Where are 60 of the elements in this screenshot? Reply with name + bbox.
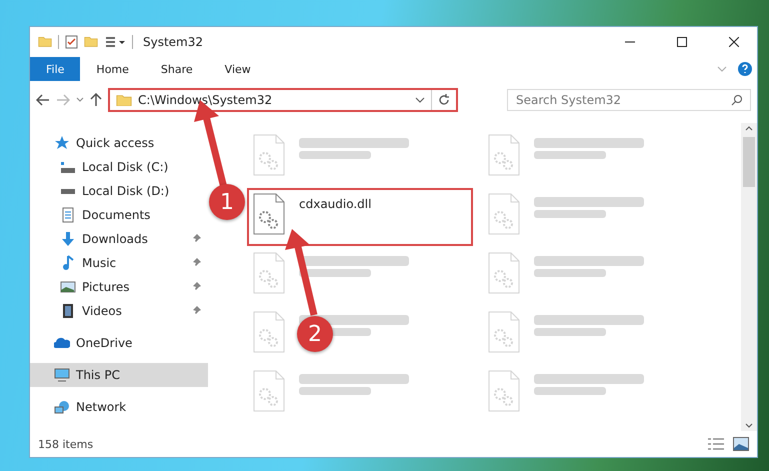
blurred-type-bar [299,387,371,395]
details-view-icon[interactable] [707,437,725,451]
nav-item[interactable]: Pictures [30,275,208,299]
blurred-type-bar [299,269,371,277]
pin-icon[interactable] [192,233,202,243]
nav-item[interactable]: Quick access [30,131,208,155]
chevron-down-icon[interactable] [76,97,84,103]
search-field[interactable]: Search System32 [507,89,751,111]
properties-icon[interactable] [65,35,78,49]
cloud-icon [54,335,70,351]
nav-item[interactable]: Music [30,251,208,275]
window-title: System32 [143,35,204,49]
blurred-type-bar [534,210,606,218]
file-name: cdxaudio.dll [299,197,372,211]
ribbon-tab[interactable]: Share [144,57,209,81]
nav-item[interactable]: Downloads [30,227,208,251]
chevron-down-icon[interactable] [415,96,425,104]
customize-toolbar-icon[interactable] [104,36,126,48]
blurred-type-bar [534,387,606,395]
picture-icon [60,279,76,295]
maximize-icon [677,37,687,47]
star-icon [54,135,70,151]
nav-item[interactable]: Videos [30,299,208,323]
scrollbar[interactable] [741,123,757,431]
back-arrow-icon[interactable] [36,94,50,106]
folder-icon [38,36,52,48]
nav-item[interactable]: OneDrive [30,331,208,355]
download-arrow-icon [60,231,76,247]
pin-icon[interactable] [192,281,202,291]
item-count: 158 items [38,438,94,450]
ribbon-tab[interactable]: Home [80,57,145,81]
blurred-type-bar [299,151,371,159]
blurred-type-bar [534,328,606,336]
pin-icon[interactable] [192,305,202,315]
folder-icon [116,94,132,106]
close-icon [729,37,739,47]
nav-item[interactable]: Documents [30,203,208,227]
nav-item[interactable]: Local Disk (C:) [30,155,208,179]
large-icons-view-icon[interactable] [733,437,749,451]
ribbon-tab[interactable]: View [208,57,267,81]
nav-item[interactable]: Local Disk (D:) [30,179,208,203]
pin-icon[interactable] [192,257,202,267]
new-folder-icon [84,36,98,48]
address-bar[interactable]: C:\Windows\System32 [108,88,458,112]
music-note-icon [60,255,76,271]
scroll-thumb[interactable] [743,137,755,187]
file-tile[interactable]: cdxaudio.dll [247,188,473,246]
search-icon [731,94,743,106]
nav-item[interactable]: Network [30,395,208,419]
blurred-type-bar [534,151,606,159]
ribbon-tab[interactable]: File [30,57,80,81]
computer-icon [54,367,70,383]
up-arrow-icon[interactable] [90,93,102,107]
drive-icon [60,188,76,194]
drive-icon [60,160,76,174]
blurred-type-bar [534,269,606,277]
film-icon [60,303,76,319]
network-icon [54,399,70,415]
document-icon [60,207,76,223]
nav-item[interactable]: This PC [30,363,208,387]
